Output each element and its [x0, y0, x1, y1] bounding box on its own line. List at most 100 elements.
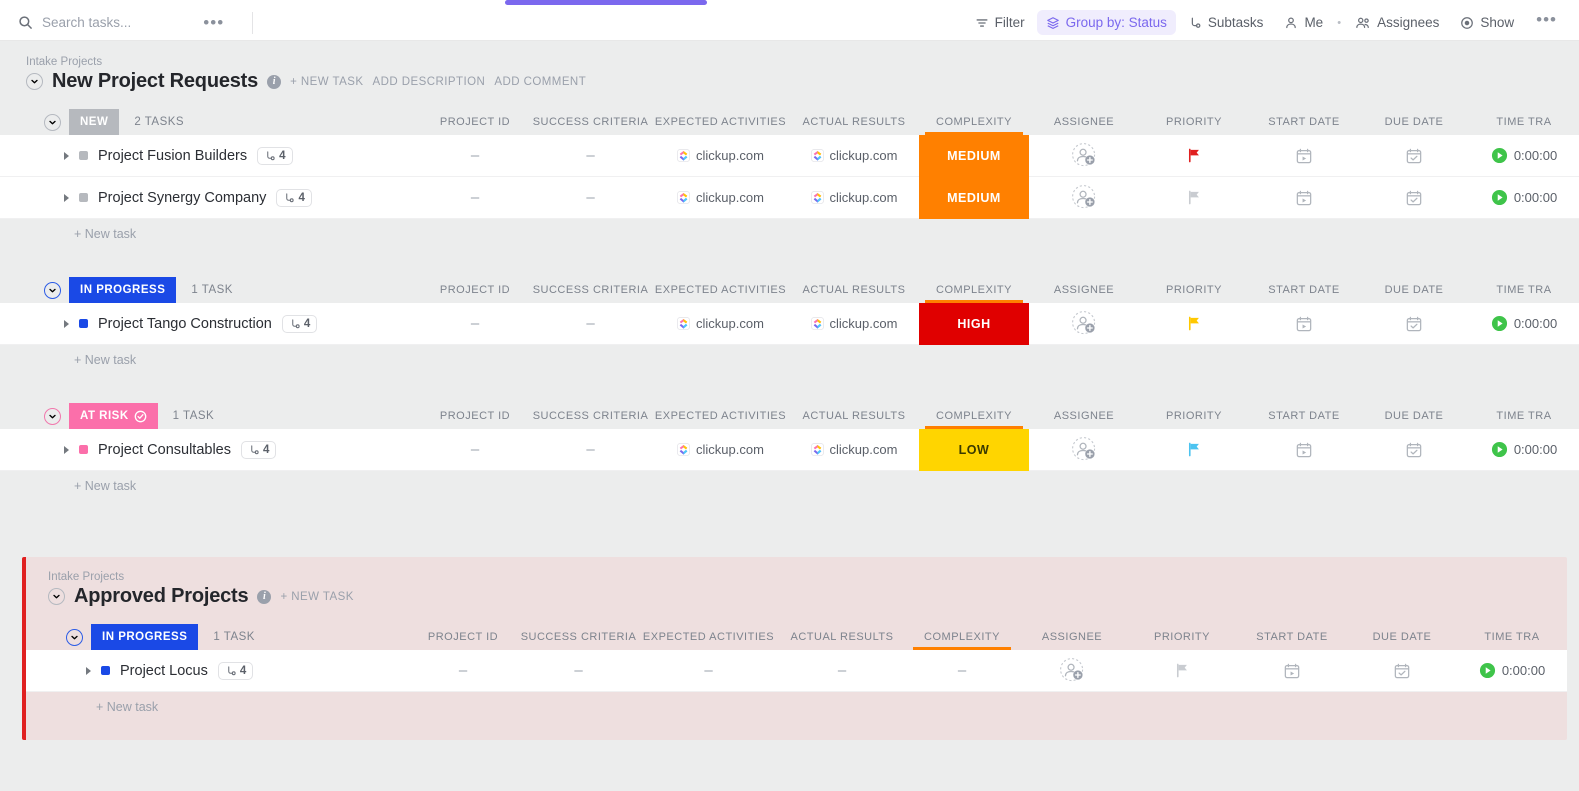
cell-complexity[interactable]: HIGH — [919, 302, 1029, 345]
column-header-assignee[interactable]: ASSIGNEE — [1017, 624, 1127, 650]
search-input[interactable]: Search tasks... — [42, 15, 131, 30]
column-header-start-date[interactable]: START DATE — [1237, 624, 1347, 650]
table-row[interactable]: Project Consultables 4 – – clickup.com clicku… — [0, 428, 1579, 471]
table-row[interactable]: Project Synergy Company 4 – – clickup.com cli… — [0, 176, 1579, 219]
cell-project-id[interactable]: – — [409, 650, 517, 692]
cell-complexity[interactable]: MEDIUM — [919, 134, 1029, 177]
cell-assignee[interactable] — [1029, 135, 1139, 177]
due-date-icon[interactable] — [1405, 315, 1423, 333]
status-badge[interactable]: IN PROGRESS — [69, 277, 177, 303]
actual-results-link[interactable]: clickup.com — [830, 148, 898, 163]
collapse-chevron-icon[interactable] — [44, 407, 61, 425]
expand-caret-icon[interactable] — [86, 666, 91, 675]
column-header-time-tracked[interactable]: TIME TRA — [1469, 109, 1579, 135]
cell-time-tracked[interactable]: 0:00:00 — [1469, 177, 1579, 219]
column-header-success-criteria[interactable]: SUCCESS CRITERIA — [517, 624, 640, 650]
collapse-chevron-icon[interactable] — [48, 588, 65, 605]
column-header-time-tracked[interactable]: TIME TRA — [1457, 624, 1567, 650]
section-action-1[interactable]: ADD DESCRIPTION — [373, 76, 486, 88]
cell-project-id[interactable]: – — [421, 429, 529, 471]
cell-due-date[interactable] — [1347, 650, 1457, 692]
filter-button[interactable]: Filter — [966, 10, 1034, 35]
column-header-due-date[interactable]: DUE DATE — [1359, 109, 1469, 135]
cell-start-date[interactable] — [1249, 429, 1359, 471]
column-header-expected-activities[interactable]: EXPECTED ACTIVITIES — [652, 403, 789, 429]
cell-actual-results[interactable]: clickup.com — [789, 429, 919, 471]
expand-caret-icon[interactable] — [64, 319, 69, 328]
me-button[interactable]: Me — [1275, 10, 1332, 35]
due-date-icon[interactable] — [1405, 189, 1423, 207]
new-task-row[interactable]: + New task — [26, 692, 1567, 722]
section-action-2[interactable]: ADD COMMENT — [494, 76, 586, 88]
start-timer-icon[interactable] — [1491, 147, 1508, 164]
cell-project-id[interactable]: – — [421, 303, 529, 345]
search-overflow-icon[interactable]: ••• — [203, 14, 224, 31]
show-button[interactable]: Show — [1451, 10, 1523, 35]
due-date-icon[interactable] — [1405, 441, 1423, 459]
expected-activities-link[interactable]: clickup.com — [696, 148, 764, 163]
column-header-success-criteria[interactable]: SUCCESS CRITERIA — [529, 277, 652, 303]
cell-priority[interactable] — [1139, 177, 1249, 219]
status-square-icon[interactable] — [101, 666, 110, 675]
column-header-success-criteria[interactable]: SUCCESS CRITERIA — [529, 403, 652, 429]
task-title[interactable]: Project Locus — [120, 663, 208, 679]
column-header-priority[interactable]: PRIORITY — [1139, 109, 1249, 135]
column-header-assignee[interactable]: ASSIGNEE — [1029, 277, 1139, 303]
subtask-count-chip[interactable]: 4 — [276, 188, 312, 207]
cell-due-date[interactable] — [1359, 429, 1469, 471]
expected-activities-link[interactable]: clickup.com — [696, 316, 764, 331]
start-timer-icon[interactable] — [1479, 662, 1496, 679]
subtask-count-chip[interactable]: 4 — [257, 146, 293, 165]
cell-success-criteria[interactable]: – — [529, 135, 652, 177]
expand-caret-icon[interactable] — [64, 193, 69, 202]
start-date-icon[interactable] — [1283, 662, 1301, 680]
cell-project-id[interactable]: – — [421, 177, 529, 219]
start-date-icon[interactable] — [1295, 315, 1313, 333]
column-header-actual-results[interactable]: ACTUAL RESULTS — [789, 277, 919, 303]
cell-priority[interactable] — [1139, 429, 1249, 471]
start-timer-icon[interactable] — [1491, 189, 1508, 206]
column-header-expected-activities[interactable]: EXPECTED ACTIVITIES — [640, 624, 777, 650]
new-task-row[interactable]: + New task — [0, 219, 1579, 249]
cell-expected-activities[interactable]: – — [640, 650, 777, 692]
complexity-badge[interactable]: HIGH — [919, 302, 1029, 345]
cell-assignee[interactable] — [1017, 650, 1127, 692]
cell-time-tracked[interactable]: 0:00:00 — [1469, 429, 1579, 471]
column-header-priority[interactable]: PRIORITY — [1127, 624, 1237, 650]
collapse-chevron-icon[interactable] — [44, 113, 61, 131]
column-header-expected-activities[interactable]: EXPECTED ACTIVITIES — [652, 277, 789, 303]
column-header-actual-results[interactable]: ACTUAL RESULTS — [777, 624, 907, 650]
new-task-row[interactable]: + New task — [0, 471, 1579, 501]
cell-priority[interactable] — [1139, 135, 1249, 177]
cell-success-criteria[interactable]: – — [529, 303, 652, 345]
cell-success-criteria[interactable]: – — [529, 429, 652, 471]
column-header-success-criteria[interactable]: SUCCESS CRITERIA — [529, 109, 652, 135]
add-assignee-icon[interactable] — [1071, 184, 1098, 211]
priority-flag-icon[interactable] — [1186, 315, 1203, 332]
subtasks-button[interactable]: Subtasks — [1179, 10, 1273, 35]
column-header-complexity[interactable]: COMPLEXITY — [919, 277, 1029, 303]
cell-expected-activities[interactable]: clickup.com — [652, 429, 789, 471]
cell-complexity[interactable]: – — [907, 650, 1017, 692]
start-timer-icon[interactable] — [1491, 315, 1508, 332]
column-header-assignee[interactable]: ASSIGNEE — [1029, 403, 1139, 429]
cell-actual-results[interactable]: clickup.com — [789, 177, 919, 219]
collapse-chevron-icon[interactable] — [66, 628, 83, 646]
status-badge[interactable]: NEW — [69, 109, 120, 135]
status-square-icon[interactable] — [79, 151, 88, 160]
column-header-start-date[interactable]: START DATE — [1249, 403, 1359, 429]
column-header-complexity[interactable]: COMPLEXITY — [907, 624, 1017, 650]
group-by-button[interactable]: Group by: Status — [1036, 10, 1176, 35]
cell-actual-results[interactable]: clickup.com — [789, 135, 919, 177]
status-square-icon[interactable] — [79, 445, 88, 454]
section-action-0[interactable]: + NEW TASK — [280, 591, 353, 603]
cell-priority[interactable] — [1127, 650, 1237, 692]
cell-due-date[interactable] — [1359, 177, 1469, 219]
priority-flag-icon[interactable] — [1174, 662, 1191, 679]
status-square-icon[interactable] — [79, 319, 88, 328]
column-header-project-id[interactable]: PROJECT ID — [421, 403, 529, 429]
start-date-icon[interactable] — [1295, 441, 1313, 459]
column-header-priority[interactable]: PRIORITY — [1139, 277, 1249, 303]
expand-caret-icon[interactable] — [64, 445, 69, 454]
cell-assignee[interactable] — [1029, 303, 1139, 345]
